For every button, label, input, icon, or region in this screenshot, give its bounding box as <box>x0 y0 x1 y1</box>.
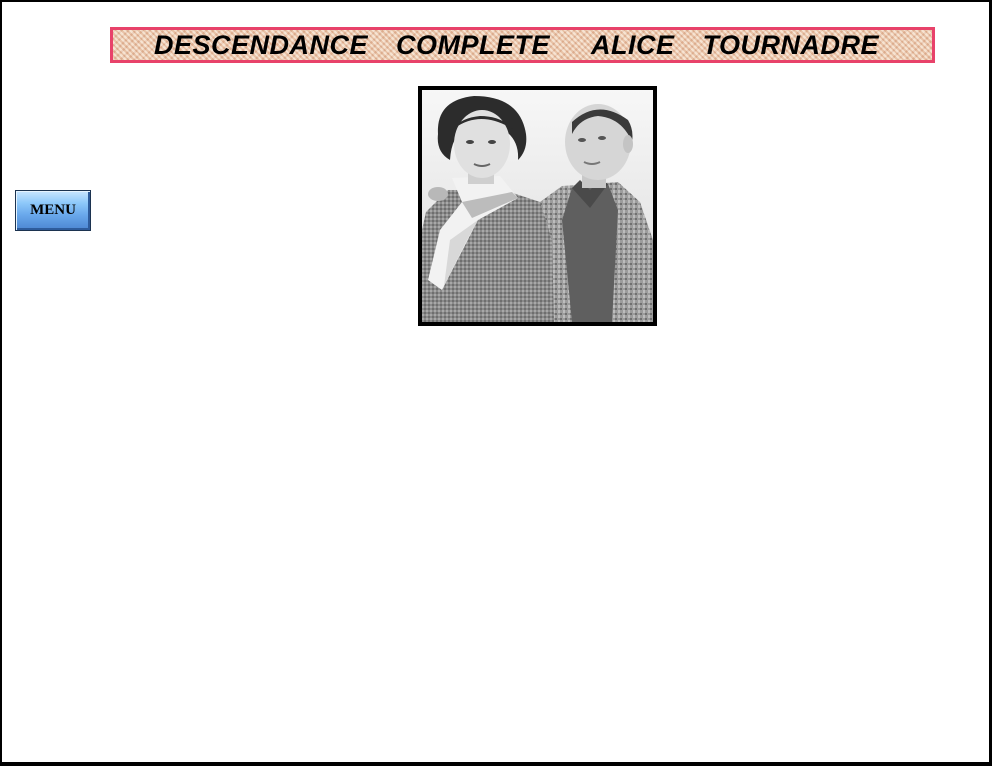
page-frame: DESCENDANCE COMPLETE ALICE TOURNADRE MEN… <box>0 0 992 766</box>
menu-button[interactable]: MENU <box>15 190 91 231</box>
menu-button-label: MENU <box>30 202 76 218</box>
title-banner: DESCENDANCE COMPLETE ALICE TOURNADRE <box>110 27 935 63</box>
portrait-photo-image <box>422 90 653 322</box>
portrait-photo <box>418 86 657 326</box>
page-title: DESCENDANCE COMPLETE ALICE TOURNADRE <box>153 29 880 60</box>
